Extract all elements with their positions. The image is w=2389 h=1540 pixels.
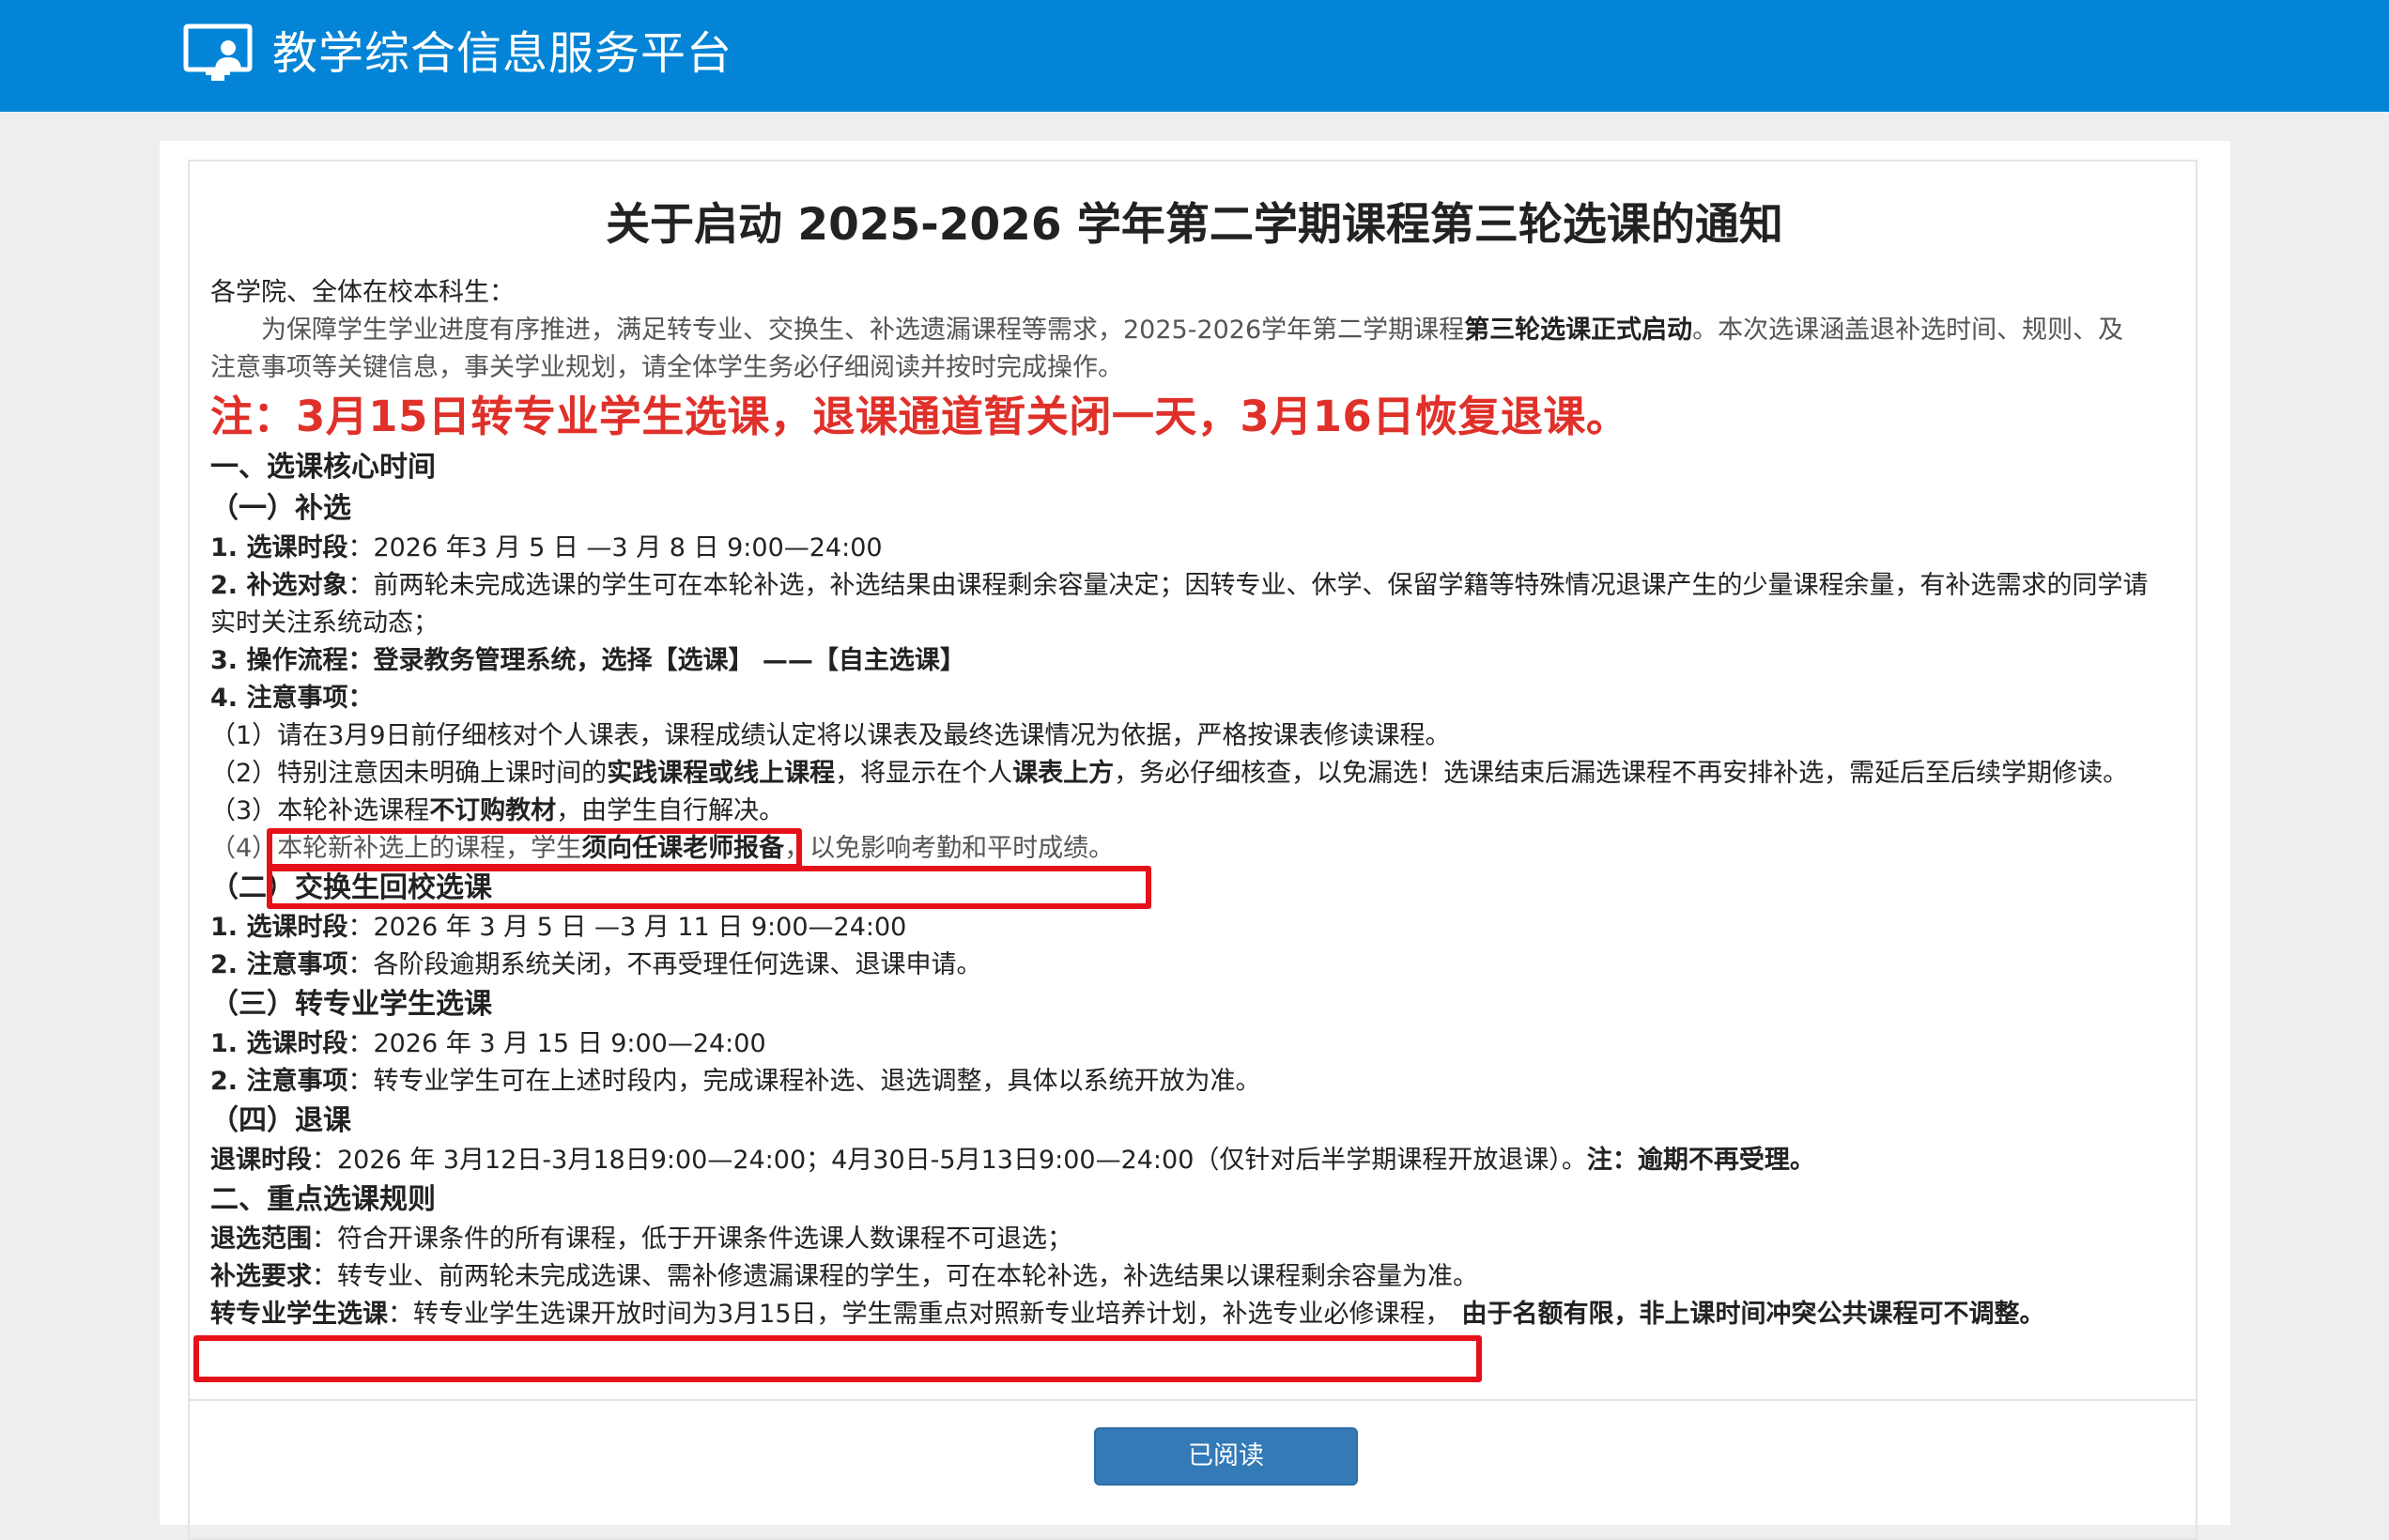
subsection-heading: （二）交换生回校选课 <box>210 871 492 904</box>
note-text: ，务必仔细核查，以免漏选！选课结束后漏选课程不再安排补选，需延后至后续学期修读。 <box>1114 759 2129 788</box>
intro-bold: 第三轮选课正式启动 <box>1464 316 1693 345</box>
note-text: ，将显示在个人 <box>835 759 1013 788</box>
rule-label: 转专业学生选课 <box>210 1300 388 1329</box>
list-item: 2. 注意事项：转专业学生可在上述时段内，完成课程补选、退选调整，具体以系统开放… <box>210 1063 2173 1101</box>
note-text: 本轮补选课程 <box>277 796 430 825</box>
rule-item: 补选要求：转专业、前两轮未完成选课、需补修遗漏课程的学生，可在本轮补选，补选结果… <box>210 1258 2173 1296</box>
item-value: ：2026 年 3月12日-3月18日9:00—24:00；4月30日-5月13… <box>312 1146 1587 1175</box>
list-item: 退课时段：2026 年 3月12日-3月18日9:00—24:00；4月30日-… <box>210 1142 2173 1179</box>
notice-title: 关于启动 2025-2026 学年第二学期课程第三轮选课的通知 <box>606 199 1783 251</box>
presentation-screen-icon <box>183 23 253 81</box>
item-label: 1. 选课时段 <box>210 1029 348 1058</box>
rule-value: ：符合开课条件的所有课程，低于开课条件选课人数课程不可退选； <box>312 1224 1072 1254</box>
subsection-heading: （四）退课 <box>210 1104 351 1137</box>
note-text: ，以免影响考勤和平时成绩。 <box>784 834 1115 863</box>
rule-value: ：转专业学生选课开放时间为3月15日，学生需重点对照新专业培养计划，补选专业必修… <box>388 1300 1451 1329</box>
greeting: 各学院、全体在校本科生： <box>210 278 515 307</box>
subsection-heading: （一）补选 <box>210 492 351 525</box>
note-item: （4）本轮新补选上的课程，学生须向任课老师报备，以免影响考勤和平时成绩。 <box>210 830 2173 868</box>
highlight-box <box>193 1335 1482 1382</box>
notice-frame: 关于启动 2025-2026 学年第二学期课程第三轮选课的通知 各学院、全体在校… <box>188 160 2197 1540</box>
list-item: 1. 选课时段：2026 年3 月 5 日 —3 月 8 日 9:00—24:0… <box>210 530 2173 567</box>
list-item: 3. 操作流程：登录教务管理系统，选择【选课】 ——【自主选课】 <box>210 646 965 675</box>
rule-label: 补选要求 <box>210 1262 312 1291</box>
section-heading: 一、选课核心时间 <box>210 451 436 484</box>
list-item: 1. 选课时段：2026 年 3 月 5 日 —3 月 11 日 9:00—24… <box>210 909 2173 947</box>
subsection-heading: （三）转专业学生选课 <box>210 988 492 1021</box>
rule-label: 退选范围 <box>210 1224 312 1254</box>
note-text: （4） <box>210 834 278 863</box>
item-label: 2. 注意事项 <box>210 1067 348 1096</box>
item-label: 1. 选课时段 <box>210 913 348 942</box>
item-label: 2. 补选对象 <box>210 571 348 600</box>
item-label: 退课时段 <box>210 1146 312 1175</box>
list-item: 4. 注意事项： <box>210 684 374 713</box>
list-item: 2. 注意事项：各阶段逾期系统关闭，不再受理任何选课、退课申请。 <box>210 947 2173 984</box>
list-item: 1. 选课时段：2026 年 3 月 15 日 9:00—24:00 <box>210 1025 2173 1063</box>
divider <box>190 1399 2196 1401</box>
mark-as-read-button[interactable]: 已阅读 <box>1094 1427 1358 1486</box>
intro-paragraph: 为保障学生学业进度有序推进，满足转专业、交换生、补选遗漏课程等需求，2025-2… <box>210 312 2173 349</box>
note-bold: 须向任课老师报备 <box>581 834 785 863</box>
item-label: 1. 选课时段 <box>210 533 348 562</box>
item-value: ：2026 年 3 月 5 日 —3 月 11 日 9:00—24:00 <box>347 913 907 942</box>
rule-tail: 由于名额有限，非上课时间冲突公共课程可不调整。 <box>1461 1300 2045 1329</box>
app-title: 教学综合信息服务平台 <box>272 27 733 80</box>
intro-text: 为保障学生学业进度有序推进，满足转专业、交换生、补选遗漏课程等需求，2025-2… <box>261 316 1465 345</box>
rule-item: 转专业学生选课：转专业学生选课开放时间为3月15日，学生需重点对照新专业培养计划… <box>210 1296 2173 1333</box>
intro-paragraph-line2: 注意事项等关键信息，事关学业规划，请全体学生务必仔细阅读并按时完成操作。 <box>210 353 1123 382</box>
rule-item: 退选范围：符合开课条件的所有课程，低于开课条件选课人数课程不可退选； <box>210 1221 2173 1258</box>
item-value: ：2026 年3 月 5 日 —3 月 8 日 9:00—24:00 <box>347 533 883 562</box>
item-value: ：前两轮未完成选课的学生可在本轮补选，补选结果由课程剩余容量决定；因转专业、休学… <box>210 571 2149 638</box>
section-heading: 二、重点选课规则 <box>210 1183 436 1216</box>
note-bold: 实践课程或线上课程 <box>607 759 836 788</box>
item-note: 注：逾期不再受理。 <box>1586 1146 1815 1175</box>
note-text: （2）特别注意因未明确上课时间的 <box>210 759 608 788</box>
alert-banner: 注：3月15日转专业学生选课，退课通道暂关闭一天，3月16日恢复退课。 <box>210 392 1629 441</box>
item-value: ：各阶段逾期系统关闭，不再受理任何选课、退课申请。 <box>347 950 982 979</box>
item-value: ：转专业学生可在上述时段内，完成课程补选、退选调整，具体以系统开放为准。 <box>347 1067 1261 1096</box>
note-bold: 课表上方 <box>1012 759 1115 788</box>
rule-value: ：转专业、前两轮未完成选课、需补修遗漏课程的学生，可在本轮补选，补选结果以课程剩… <box>312 1262 1478 1291</box>
note-bold: 不订购教材 <box>429 796 557 825</box>
list-item: 2. 补选对象：前两轮未完成选课的学生可在本轮补选，补选结果由课程剩余容量决定；… <box>210 567 2173 642</box>
note-text: ，由学生自行解决。 <box>556 796 785 825</box>
note-item: （2）特别注意因未明确上课时间的实践课程或线上课程，将显示在个人课表上方，务必仔… <box>210 755 2173 793</box>
intro-text-cont: 。本次选课涵盖退补选时间、规则、及 <box>1692 316 2124 345</box>
note-text: （3） <box>210 796 278 825</box>
note-item: （1）请在3月9日前仔细核对个人课表，课程成绩认定将以课表及最终选课情况为依据，… <box>210 721 1451 750</box>
notice-panel: 关于启动 2025-2026 学年第二学期课程第三轮选课的通知 各学院、全体在校… <box>160 141 2230 1540</box>
notice-body: 各学院、全体在校本科生： 为保障学生学业进度有序推进，满足转专业、交换生、补选遗… <box>210 274 2173 1333</box>
item-label: 2. 注意事项 <box>210 950 348 979</box>
note-item: （3）本轮补选课程不订购教材，由学生自行解决。 <box>210 793 2173 830</box>
note-text: 本轮新补选上的课程，学生 <box>277 834 582 863</box>
top-header-bar: 教学综合信息服务平台 <box>0 0 2389 112</box>
item-value: ：2026 年 3 月 15 日 9:00—24:00 <box>347 1029 766 1058</box>
